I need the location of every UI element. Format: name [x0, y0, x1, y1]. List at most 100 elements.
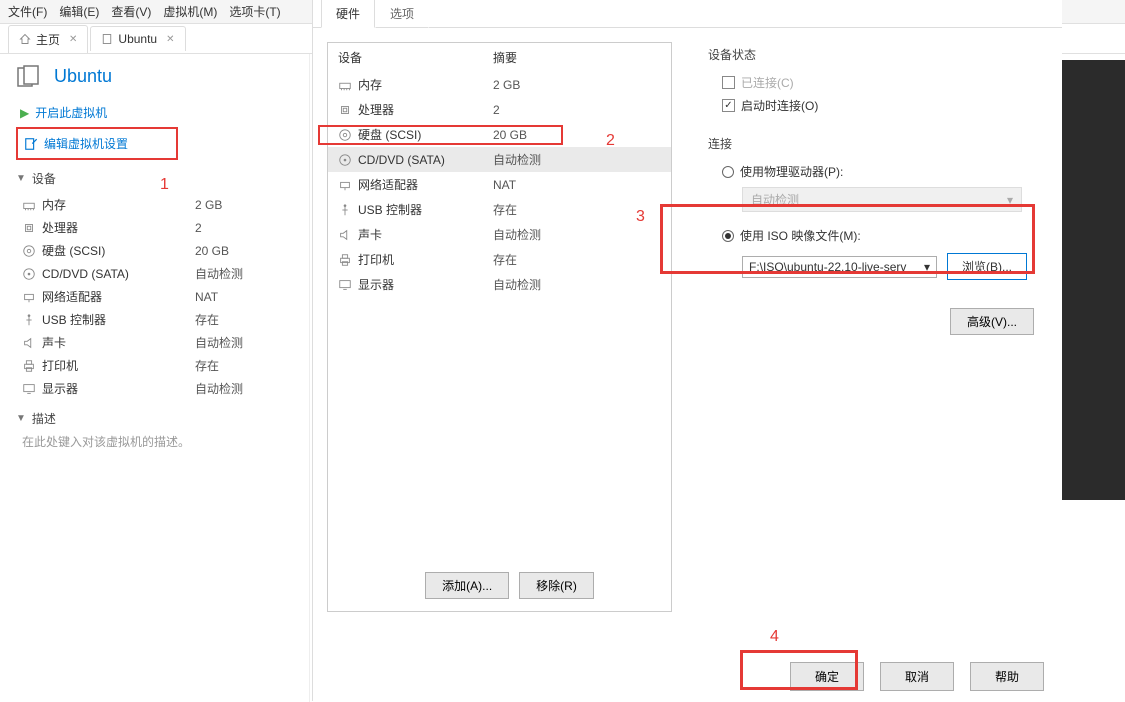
device-row-disk[interactable]: 硬盘 (SCSI) 20 GB	[22, 239, 293, 262]
edit-vm-settings-link[interactable]: 编辑虚拟机设置	[20, 131, 174, 156]
device-row-printer[interactable]: 打印机存在	[22, 354, 293, 377]
radio-checked-icon	[722, 230, 734, 242]
menu-tabs[interactable]: 选项卡(T)	[229, 3, 280, 20]
hw-row-display[interactable]: 显示器自动检测	[328, 272, 671, 297]
device-value: 2	[195, 221, 202, 235]
menu-edit[interactable]: 编辑(E)	[59, 3, 99, 20]
hw-row-usb[interactable]: USB 控制器存在	[328, 197, 671, 222]
dialog-footer: 确定 取消 帮助	[790, 662, 1044, 691]
device-value: 自动检测	[195, 334, 243, 351]
hw-row-net[interactable]: 网络适配器NAT	[328, 172, 671, 197]
chevron-down-icon: ▾	[1007, 193, 1013, 207]
menu-vm[interactable]: 虚拟机(M)	[163, 3, 217, 20]
document-icon	[101, 33, 113, 45]
hw-row-sound[interactable]: 声卡自动检测	[328, 222, 671, 247]
col-summary: 摘要	[493, 49, 517, 66]
browse-button[interactable]: 浏览(B)...	[947, 253, 1027, 280]
device-value: 自动检测	[195, 380, 243, 397]
device-name: 硬盘 (SCSI)	[42, 242, 105, 259]
cd-icon	[22, 267, 36, 281]
device-name: 网络适配器	[42, 288, 102, 305]
device-name: 处理器	[42, 219, 78, 236]
hw-row-cd[interactable]: CD/DVD (SATA)自动检测	[328, 147, 671, 172]
memory-icon	[338, 78, 352, 92]
device-name: 声卡	[42, 334, 66, 351]
dialog-tabs: 硬件 选项	[313, 0, 1062, 28]
sound-icon	[22, 336, 36, 350]
hw-name: 硬盘 (SCSI)	[358, 126, 421, 143]
device-row-usb[interactable]: USB 控制器存在	[22, 308, 293, 331]
chevron-down-icon: ▼	[16, 413, 26, 424]
cpu-icon	[22, 221, 36, 235]
device-status-group: 设备状态	[708, 46, 1038, 63]
help-button[interactable]: 帮助	[970, 662, 1044, 691]
power-on-label: 开启此虚拟机	[35, 104, 107, 121]
hw-value: NAT	[493, 178, 516, 192]
device-name: CD/DVD (SATA)	[42, 267, 129, 281]
menu-file[interactable]: 文件(F)	[8, 3, 47, 20]
remove-hardware-button[interactable]: 移除(R)	[519, 572, 594, 599]
menu-view[interactable]: 查看(V)	[111, 3, 151, 20]
use-physical-drive-radio[interactable]: 使用物理驱动器(P):	[722, 160, 1038, 183]
hw-name: 打印机	[358, 251, 394, 268]
col-device: 设备	[338, 49, 493, 66]
vm-settings-dialog: 硬件 选项 设备 摘要 内存2 GB 处理器 2 硬盘 (SCSI)20 GBCD/D…	[312, 0, 1062, 701]
device-row-memory[interactable]: 内存2 GB	[22, 193, 293, 216]
hw-row-disk[interactable]: 硬盘 (SCSI)20 GB	[328, 122, 671, 147]
cancel-button[interactable]: 取消	[880, 662, 954, 691]
annotation-4: 4	[770, 628, 779, 646]
physical-label: 使用物理驱动器(P):	[740, 163, 843, 180]
connect-at-power-checkbox[interactable]: ✓ 启动时连接(O)	[722, 94, 1038, 117]
device-row-net[interactable]: 网络适配器NAT	[22, 285, 293, 308]
advanced-button[interactable]: 高级(V)...	[950, 308, 1034, 335]
devices-section-header[interactable]: ▼ 设备	[16, 170, 293, 187]
tab-home-label: 主页	[36, 31, 60, 48]
close-icon[interactable]: ✕	[166, 34, 174, 45]
use-iso-radio[interactable]: 使用 ISO 映像文件(M):	[722, 224, 1038, 247]
usb-icon	[22, 313, 36, 327]
hardware-list-header: 设备 摘要	[328, 43, 671, 72]
power-on-vm-link[interactable]: ▶ 开启此虚拟机	[16, 100, 293, 125]
hw-value: 2	[493, 103, 500, 117]
iso-path-combobox[interactable]: F:\ISO\ubuntu-22.10-live-serv ▾	[742, 256, 937, 278]
checkbox-checked-icon: ✓	[722, 99, 735, 112]
chevron-down-icon: ▾	[924, 260, 930, 274]
tab-options[interactable]: 选项	[375, 0, 429, 28]
hw-row-cpu[interactable]: 处理器 2	[328, 97, 671, 122]
tab-hardware[interactable]: 硬件	[321, 0, 375, 28]
annotation-3: 3	[636, 208, 645, 226]
net-icon	[338, 178, 352, 192]
add-hardware-button[interactable]: 添加(A)...	[425, 572, 509, 599]
hardware-detail-panel: 设备状态 已连接(C) ✓ 启动时连接(O) 连接 使用物理驱动器(P):	[698, 42, 1048, 624]
device-row-cpu[interactable]: 处理器 2	[22, 216, 293, 239]
sound-icon	[338, 228, 352, 242]
connect-at-power-label: 启动时连接(O)	[741, 97, 818, 114]
iso-label: 使用 ISO 映像文件(M):	[740, 227, 861, 244]
device-row-sound[interactable]: 声卡 自动检测	[22, 331, 293, 354]
ok-button[interactable]: 确定	[790, 662, 864, 691]
device-name: USB 控制器	[42, 311, 106, 328]
description-section-label: 描述	[32, 410, 56, 427]
hw-row-memory[interactable]: 内存2 GB	[328, 72, 671, 97]
description-section-header[interactable]: ▼ 描述	[16, 410, 293, 427]
hardware-list[interactable]: 设备 摘要 内存2 GB 处理器 2 硬盘 (SCSI)20 GBCD/DVD (SA…	[327, 42, 672, 612]
hw-name: 内存	[358, 76, 382, 93]
home-icon	[19, 33, 31, 45]
radio-unchecked-icon	[722, 166, 734, 178]
tab-home[interactable]: 主页 ✕	[8, 25, 88, 53]
device-row-display[interactable]: 显示器自动检测	[22, 377, 293, 400]
device-row-cd[interactable]: CD/DVD (SATA)自动检测	[22, 262, 293, 285]
connection-group: 连接	[708, 135, 1038, 152]
description-placeholder[interactable]: 在此处键入对该虚拟机的描述。	[16, 433, 293, 450]
iso-path-value: F:\ISO\ubuntu-22.10-live-serv	[749, 260, 906, 274]
hw-row-printer[interactable]: 打印机存在	[328, 247, 671, 272]
tab-ubuntu[interactable]: Ubuntu ✕	[90, 26, 185, 51]
vm-documents-icon	[16, 64, 44, 88]
device-value: 20 GB	[195, 244, 229, 258]
connected-label: 已连接(C)	[741, 74, 794, 91]
close-icon[interactable]: ✕	[69, 34, 77, 45]
connected-checkbox[interactable]: 已连接(C)	[722, 71, 1038, 94]
hw-name: 处理器	[358, 101, 394, 118]
usb-icon	[338, 203, 352, 217]
printer-icon	[22, 359, 36, 373]
